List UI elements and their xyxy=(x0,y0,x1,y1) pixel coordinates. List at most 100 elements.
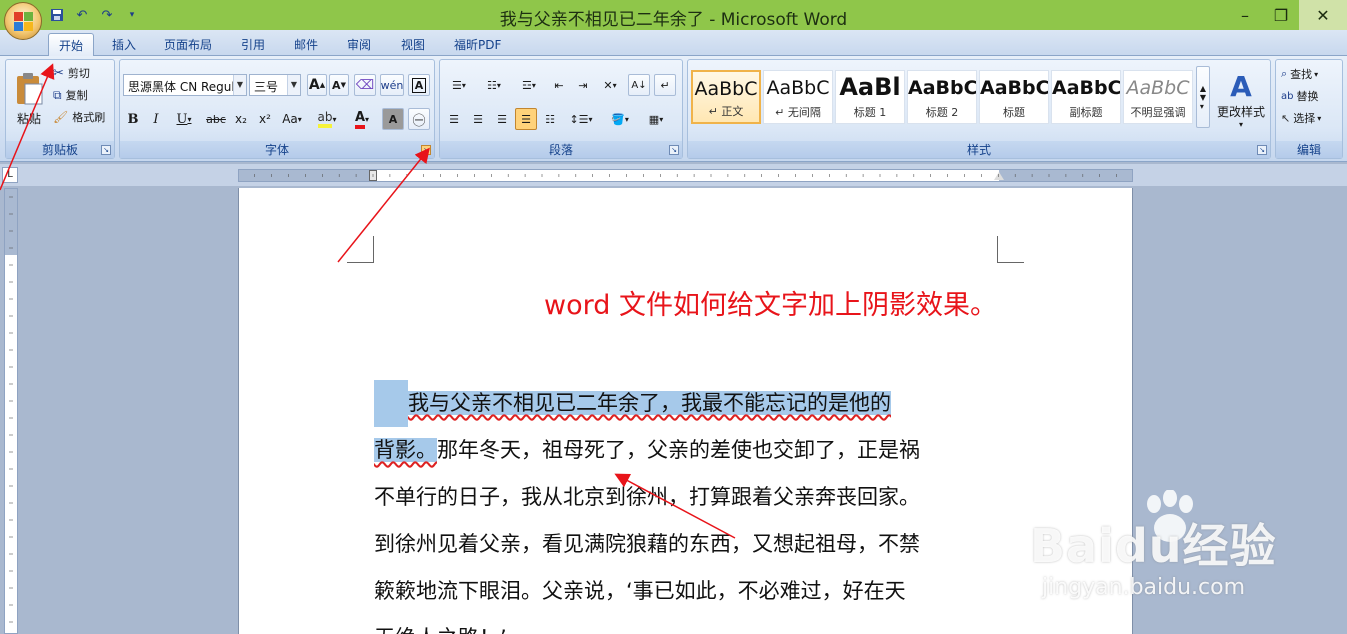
minimize-icon[interactable]: – xyxy=(1227,0,1263,30)
tab-foxit-pdf[interactable]: 福昕PDF xyxy=(444,33,511,56)
style-no-spacing[interactable]: AaBbC ↵ 无间隔 xyxy=(763,70,833,124)
chevron-down-icon[interactable]: ▼ xyxy=(287,75,300,95)
binoculars-icon: ⌕ xyxy=(1281,67,1288,80)
tab-review[interactable]: 审阅 xyxy=(337,33,381,56)
justify-icon[interactable]: ☰ xyxy=(515,108,537,130)
copy-icon: ⧉ xyxy=(53,87,62,102)
style-sample: AaBbC xyxy=(908,77,976,99)
paragraph-dialog-launcher[interactable]: ↘ xyxy=(669,145,679,155)
change-case-button[interactable]: Aa ▾ xyxy=(278,108,306,130)
horizontal-ruler[interactable] xyxy=(238,169,1133,182)
replace-button[interactable]: ab 替换 xyxy=(1280,86,1342,106)
replace-label: 替换 xyxy=(1296,90,1319,103)
font-color-icon: A xyxy=(354,110,366,129)
distributed-icon[interactable]: ☷ xyxy=(539,108,561,130)
chevron-down-icon[interactable]: ▼ xyxy=(233,75,246,95)
clipboard-group: 粘贴 ✂ 剪切 ⧉ 复制 🖌 格式刷 剪贴板 ↘ xyxy=(5,59,115,159)
subscript-button[interactable]: x₂ xyxy=(230,108,252,130)
ribbon-tabs: 开始 插入 页面布局 引用 邮件 审阅 视图 福昕PDF xyxy=(0,30,1347,56)
format-painter-label: 格式刷 xyxy=(72,111,106,124)
font-color-button[interactable]: A ▾ xyxy=(346,108,378,130)
font-dialog-launcher[interactable]: ↘ xyxy=(421,145,431,155)
grow-font-button[interactable]: A ▲ xyxy=(307,74,327,96)
selection-indent xyxy=(374,380,408,427)
paragraph-line: 我与父亲不相见已二年余了，我最不能忘记的是他的 xyxy=(374,380,999,427)
format-painter-button[interactable]: 🖌 格式刷 xyxy=(52,108,112,126)
bold-button[interactable]: B xyxy=(123,108,143,130)
superscript-button[interactable]: x² xyxy=(254,108,276,130)
style-subtitle[interactable]: AaBbC 副标题 xyxy=(1051,70,1121,124)
decrease-indent-icon[interactable]: ⇤ xyxy=(548,74,570,96)
style-normal[interactable]: AaBbC ↵ 正文 xyxy=(691,70,761,124)
grow-font-icon: A xyxy=(308,77,320,93)
styles-scroll[interactable]: ▲ ▼ ▾ xyxy=(1196,66,1210,128)
font-group: 思源黑体 CN Regul ▼ 三号 ▼ A ▲ A ▼ ⌫ wén A B I U… xyxy=(119,59,435,159)
bullets-icon[interactable]: ☰ ▾ xyxy=(443,74,475,96)
font-size-combo[interactable]: 三号 ▼ xyxy=(249,74,301,96)
strikethrough-button[interactable]: abc xyxy=(204,108,228,130)
clipboard-dialog-launcher[interactable]: ↘ xyxy=(101,145,111,155)
tab-home[interactable]: 开始 xyxy=(48,33,95,56)
line-spacing-icon[interactable]: ↕☰ ▾ xyxy=(565,108,597,130)
select-label: 选择 xyxy=(1293,112,1316,125)
show-marks-icon[interactable]: ↵ xyxy=(654,74,676,96)
paragraph-group: ☰ ▾ ☷ ▾ ☲ ▾ ⇤ ⇥ ✕ ▾ A↓ ↵ ☰ ☰ ☰ ☰ ☷ ↕☰ ▾ 🪣 ▾ ▦ ▾… xyxy=(439,59,683,159)
font-name-combo[interactable]: 思源黑体 CN Regul ▼ xyxy=(123,74,247,96)
paragraph-text: 不单行的日子，我从北京到徐州，打算跟着父亲奔丧回家。 xyxy=(374,485,920,509)
close-icon[interactable]: ✕ xyxy=(1299,0,1347,30)
numbering-icon[interactable]: ☷ ▾ xyxy=(478,74,510,96)
tab-page-layout[interactable]: 页面布局 xyxy=(154,33,222,56)
select-button[interactable]: ↖ 选择 ▾ xyxy=(1280,108,1342,128)
style-heading-1[interactable]: AaBl 标题 1 xyxy=(835,70,905,124)
tab-mailings[interactable]: 邮件 xyxy=(284,33,328,56)
ribbon: 粘贴 ✂ 剪切 ⧉ 复制 🖌 格式刷 剪贴板 ↘ 思源黑体 CN Regul ▼… xyxy=(0,56,1347,162)
cut-label: 剪切 xyxy=(67,67,90,80)
find-button[interactable]: ⌕ 查找 ▾ xyxy=(1280,64,1342,84)
borders-icon[interactable]: ▦ ▾ xyxy=(639,108,673,130)
change-styles-button[interactable]: A 更改样式 ▾ xyxy=(1214,64,1268,134)
tab-view[interactable]: 视图 xyxy=(391,33,435,56)
font-size-value: 三号 xyxy=(254,80,279,94)
document-paragraph[interactable]: 我与父亲不相见已二年余了，我最不能忘记的是他的 背影。那年冬天，祖母死了，父亲的… xyxy=(374,380,999,634)
copy-button[interactable]: ⧉ 复制 xyxy=(52,86,112,104)
align-center-icon[interactable]: ☰ xyxy=(467,108,489,130)
character-shading-icon[interactable]: A xyxy=(382,108,404,130)
sort-icon[interactable]: A↓ xyxy=(628,74,650,96)
paragraph-text: 到徐州见着父亲，看见满院狼藉的东西，又想起祖母，不禁 xyxy=(374,532,920,556)
underline-button[interactable]: U ▾ xyxy=(169,108,199,130)
shrink-font-button[interactable]: A ▼ xyxy=(329,74,349,96)
style-sample: AaBl xyxy=(839,73,901,101)
shading-icon[interactable]: 🪣 ▾ xyxy=(603,108,637,130)
increase-indent-icon[interactable]: ⇥ xyxy=(572,74,594,96)
tab-references[interactable]: 引用 xyxy=(231,33,275,56)
style-title[interactable]: AaBbC 标题 xyxy=(979,70,1049,124)
multilevel-list-icon[interactable]: ☲ ▾ xyxy=(513,74,545,96)
paste-button[interactable]: 粘贴 xyxy=(9,64,49,134)
styles-dialog-launcher[interactable]: ↘ xyxy=(1257,145,1267,155)
highlight-button[interactable]: ab ▾ xyxy=(310,108,344,130)
chinese-layout-icon[interactable]: ✕ ▾ xyxy=(596,74,624,96)
document-page[interactable]: word 文件如何给文字加上阴影效果。 我与父亲不相见已二年余了，我最不能忘记的… xyxy=(238,188,1133,634)
enclose-characters-icon[interactable]: ㊀ xyxy=(408,108,430,130)
tab-insert[interactable]: 插入 xyxy=(102,33,146,56)
vertical-ruler[interactable] xyxy=(4,188,18,634)
editing-group-label: 编辑 xyxy=(1276,141,1342,158)
paste-icon xyxy=(17,72,43,104)
cut-button[interactable]: ✂ 剪切 xyxy=(52,64,112,82)
restore-icon[interactable]: ❐ xyxy=(1263,0,1299,30)
style-subtle-emphasis[interactable]: AaBbC 不明显强调 xyxy=(1123,70,1193,124)
paragraph-text: 那年冬天，祖母死了，父亲的差使也交卸了，正是祸 xyxy=(437,438,920,462)
watermark-brand: Baidu经验 xyxy=(1030,519,1277,573)
align-left-icon[interactable]: ☰ xyxy=(443,108,465,130)
character-border-icon[interactable]: A xyxy=(408,74,430,96)
clear-formatting-icon[interactable]: ⌫ xyxy=(354,74,376,96)
tab-selector[interactable]: L xyxy=(2,167,18,183)
document-title-text[interactable]: word 文件如何给文字加上阴影效果。 xyxy=(544,283,997,322)
align-right-icon[interactable]: ☰ xyxy=(491,108,513,130)
style-heading-2[interactable]: AaBbC 标题 2 xyxy=(907,70,977,124)
office-button[interactable] xyxy=(4,2,42,40)
italic-button[interactable]: I xyxy=(146,108,166,130)
phonetic-guide-icon[interactable]: wén xyxy=(380,74,404,96)
paragraph-line: 背影。那年冬天，祖母死了，父亲的差使也交卸了，正是祸 xyxy=(374,427,999,474)
editing-group: ⌕ 查找 ▾ ab 替换 ↖ 选择 ▾ 编辑 xyxy=(1275,59,1343,159)
